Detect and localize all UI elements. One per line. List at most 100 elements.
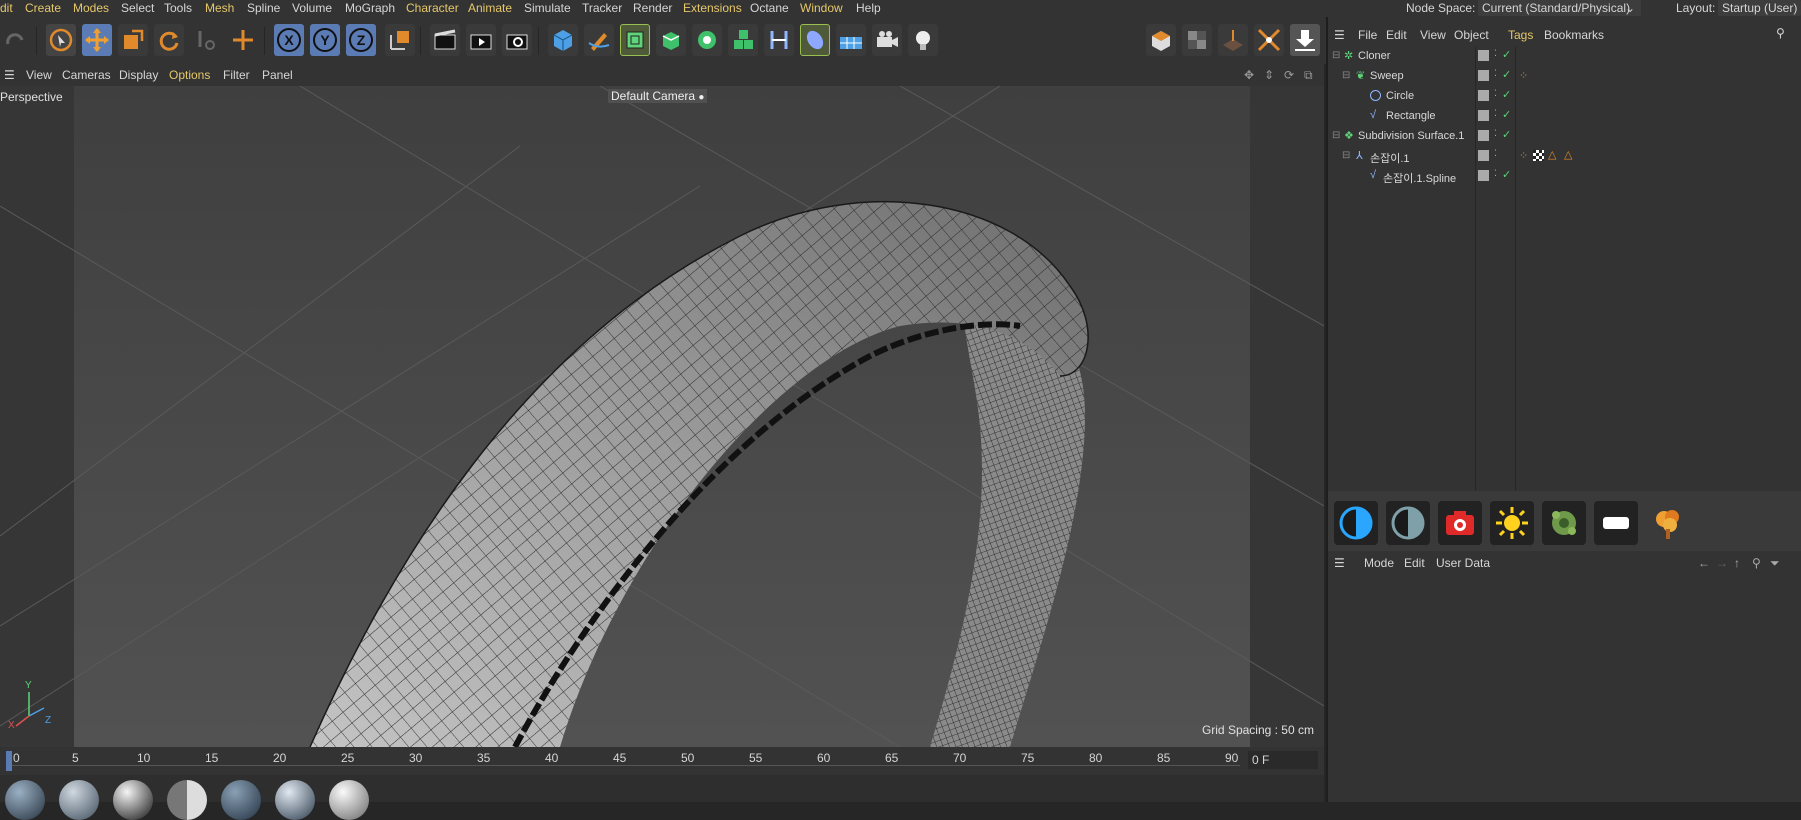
current-frame-field[interactable]: 0 F bbox=[1248, 751, 1318, 769]
render-view-button[interactable] bbox=[430, 24, 460, 56]
octane-tag-icon[interactable]: ⁘ bbox=[1519, 149, 1528, 162]
editor-visibility-icon[interactable] bbox=[1478, 130, 1489, 141]
enabled-check-icon[interactable]: ✓ bbox=[1502, 88, 1511, 101]
filter-icon[interactable]: ⏷ bbox=[1770, 556, 1780, 571]
visibility-dots-icon[interactable]: ⁚ bbox=[1494, 168, 1497, 179]
vp-menu-cameras[interactable]: Cameras bbox=[62, 68, 111, 82]
layout-select[interactable]: Startup (User) bbox=[1718, 0, 1801, 16]
phong-tag-icon[interactable]: △ bbox=[1548, 148, 1556, 161]
workplane-button[interactable] bbox=[1218, 24, 1248, 56]
menu-tracker[interactable]: Tracker bbox=[582, 1, 622, 15]
menu-mesh[interactable]: Mesh bbox=[205, 1, 234, 15]
material-swatch[interactable] bbox=[329, 780, 369, 820]
select-tool-button[interactable] bbox=[46, 24, 76, 56]
collapse-icon[interactable]: ⊟ bbox=[1342, 70, 1350, 81]
menu-octane[interactable]: Octane bbox=[750, 1, 789, 15]
deformer-button[interactable] bbox=[764, 24, 794, 56]
menu-simulate[interactable]: Simulate bbox=[524, 1, 571, 15]
material-swatch[interactable] bbox=[167, 780, 207, 820]
collapse-icon[interactable]: ⊟ bbox=[1342, 150, 1350, 161]
timeline[interactable]: 0 5 10 15 20 25 30 35 40 45 50 55 60 65 … bbox=[0, 747, 1324, 775]
custom-tool-button[interactable] bbox=[190, 24, 220, 56]
menu-window[interactable]: Window bbox=[800, 1, 843, 15]
om-menu-object[interactable]: Object bbox=[1454, 28, 1489, 42]
octane-vdb-button[interactable] bbox=[1646, 501, 1690, 545]
menu-spline[interactable]: Spline bbox=[247, 1, 280, 15]
object-row-subdivision-surface[interactable]: ⊟ ❖ Subdivision Surface.1 ⁚ ✓ bbox=[1328, 127, 1801, 147]
octane-camera-button[interactable] bbox=[1438, 501, 1482, 545]
phong-tag-icon[interactable]: △ bbox=[1564, 148, 1572, 161]
subdivision-surface-button[interactable] bbox=[620, 24, 650, 56]
texture-mode-button[interactable] bbox=[1182, 24, 1212, 56]
material-swatch[interactable] bbox=[221, 780, 261, 820]
coordinate-system-button[interactable] bbox=[385, 24, 415, 56]
hamburger-icon[interactable]: ☰ bbox=[1334, 556, 1345, 570]
redo-button[interactable] bbox=[0, 24, 30, 56]
octane-sun-button[interactable] bbox=[1490, 501, 1534, 545]
attr-menu-mode[interactable]: Mode bbox=[1364, 556, 1394, 570]
octane-live-viewer-button[interactable] bbox=[1146, 24, 1176, 56]
menu-edit[interactable]: dit bbox=[0, 1, 13, 15]
fracture-button[interactable] bbox=[728, 24, 758, 56]
visibility-dots-icon[interactable]: ⁚ bbox=[1494, 88, 1497, 99]
node-space-select[interactable]: Current (Standard/Physical) ⌄ bbox=[1478, 0, 1641, 16]
visibility-dots-icon[interactable]: ⁚ bbox=[1494, 108, 1497, 119]
om-menu-view[interactable]: View bbox=[1420, 28, 1446, 42]
cloner-button[interactable] bbox=[692, 24, 722, 56]
move-tool-button[interactable] bbox=[82, 24, 112, 56]
om-menu-bookmarks[interactable]: Bookmarks bbox=[1544, 28, 1604, 42]
snap-button[interactable] bbox=[1254, 24, 1284, 56]
menu-modes[interactable]: Modes bbox=[73, 1, 109, 15]
menu-select[interactable]: Select bbox=[121, 1, 154, 15]
hamburger-icon[interactable]: ☰ bbox=[1334, 28, 1345, 42]
attr-menu-edit[interactable]: Edit bbox=[1404, 556, 1425, 570]
material-swatch[interactable] bbox=[5, 780, 45, 820]
enabled-check-icon[interactable]: ✓ bbox=[1502, 108, 1511, 121]
extrude-button[interactable] bbox=[656, 24, 686, 56]
vp-menu-panel[interactable]: Panel bbox=[262, 68, 293, 82]
om-menu-file[interactable]: File bbox=[1358, 28, 1377, 42]
collapse-icon[interactable]: ⊟ bbox=[1332, 130, 1340, 141]
material-swatch[interactable] bbox=[275, 780, 315, 820]
axis-tool-button[interactable] bbox=[228, 24, 258, 56]
camera-button[interactable] bbox=[872, 24, 902, 56]
visibility-dots-icon[interactable]: ⁚ bbox=[1494, 128, 1497, 139]
rotate-tool-button[interactable] bbox=[154, 24, 184, 56]
drop-to-floor-button[interactable] bbox=[1290, 24, 1320, 56]
floor-button[interactable] bbox=[836, 24, 866, 56]
menu-mograph[interactable]: MoGraph bbox=[345, 1, 395, 15]
scale-tool-button[interactable] bbox=[118, 24, 148, 56]
camera-label[interactable]: Default Camera ● bbox=[608, 89, 708, 103]
material-swatch[interactable] bbox=[113, 780, 153, 820]
x-axis-lock-button[interactable]: X bbox=[274, 24, 304, 56]
octane-tag-icon[interactable]: ⁘ bbox=[1519, 69, 1528, 82]
object-row-handle-spline[interactable]: √ 손잡이.1.Spline ⁚ ✓ bbox=[1328, 167, 1801, 187]
vp-menu-filter[interactable]: Filter bbox=[223, 68, 250, 82]
object-row-circle[interactable]: Circle ⁚ ✓ bbox=[1328, 87, 1801, 107]
vp-menu-display[interactable]: Display bbox=[119, 68, 158, 82]
attr-menu-user-data[interactable]: User Data bbox=[1436, 556, 1490, 570]
editor-visibility-icon[interactable] bbox=[1478, 170, 1489, 181]
pan-icon[interactable]: ✥ bbox=[1244, 68, 1254, 82]
visibility-dots-icon[interactable]: ⁚ bbox=[1494, 148, 1497, 159]
om-menu-tags[interactable]: Tags bbox=[1508, 28, 1533, 42]
enabled-check-icon[interactable]: ✓ bbox=[1502, 48, 1511, 61]
vp-menu-view[interactable]: View bbox=[26, 68, 52, 82]
editor-visibility-icon[interactable] bbox=[1478, 110, 1489, 121]
object-row-handle[interactable]: ⊟ ⅄ 손잡이.1 ⁚ ⁘ △ △ bbox=[1328, 147, 1801, 167]
menu-animate[interactable]: Animate bbox=[468, 1, 512, 15]
dolly-icon[interactable]: ⇕ bbox=[1264, 68, 1274, 82]
om-menu-edit[interactable]: Edit bbox=[1386, 28, 1407, 42]
field-button[interactable] bbox=[800, 24, 830, 56]
editor-visibility-icon[interactable] bbox=[1478, 150, 1489, 161]
visibility-dots-icon[interactable]: ⁚ bbox=[1494, 48, 1497, 59]
visibility-dots-icon[interactable]: ⁚ bbox=[1494, 68, 1497, 79]
menu-create[interactable]: Create bbox=[25, 1, 61, 15]
collapse-icon[interactable]: ⊟ bbox=[1332, 50, 1340, 61]
back-arrow-icon[interactable]: ← bbox=[1698, 556, 1710, 570]
render-settings-button[interactable] bbox=[502, 24, 532, 56]
menu-help[interactable]: Help bbox=[856, 1, 881, 15]
search-icon[interactable]: ⚲ bbox=[1752, 556, 1761, 570]
object-row-cloner[interactable]: ⊟ ✲ Cloner ⁚ ✓ bbox=[1328, 47, 1801, 67]
octane-area-light-button[interactable] bbox=[1594, 501, 1638, 545]
